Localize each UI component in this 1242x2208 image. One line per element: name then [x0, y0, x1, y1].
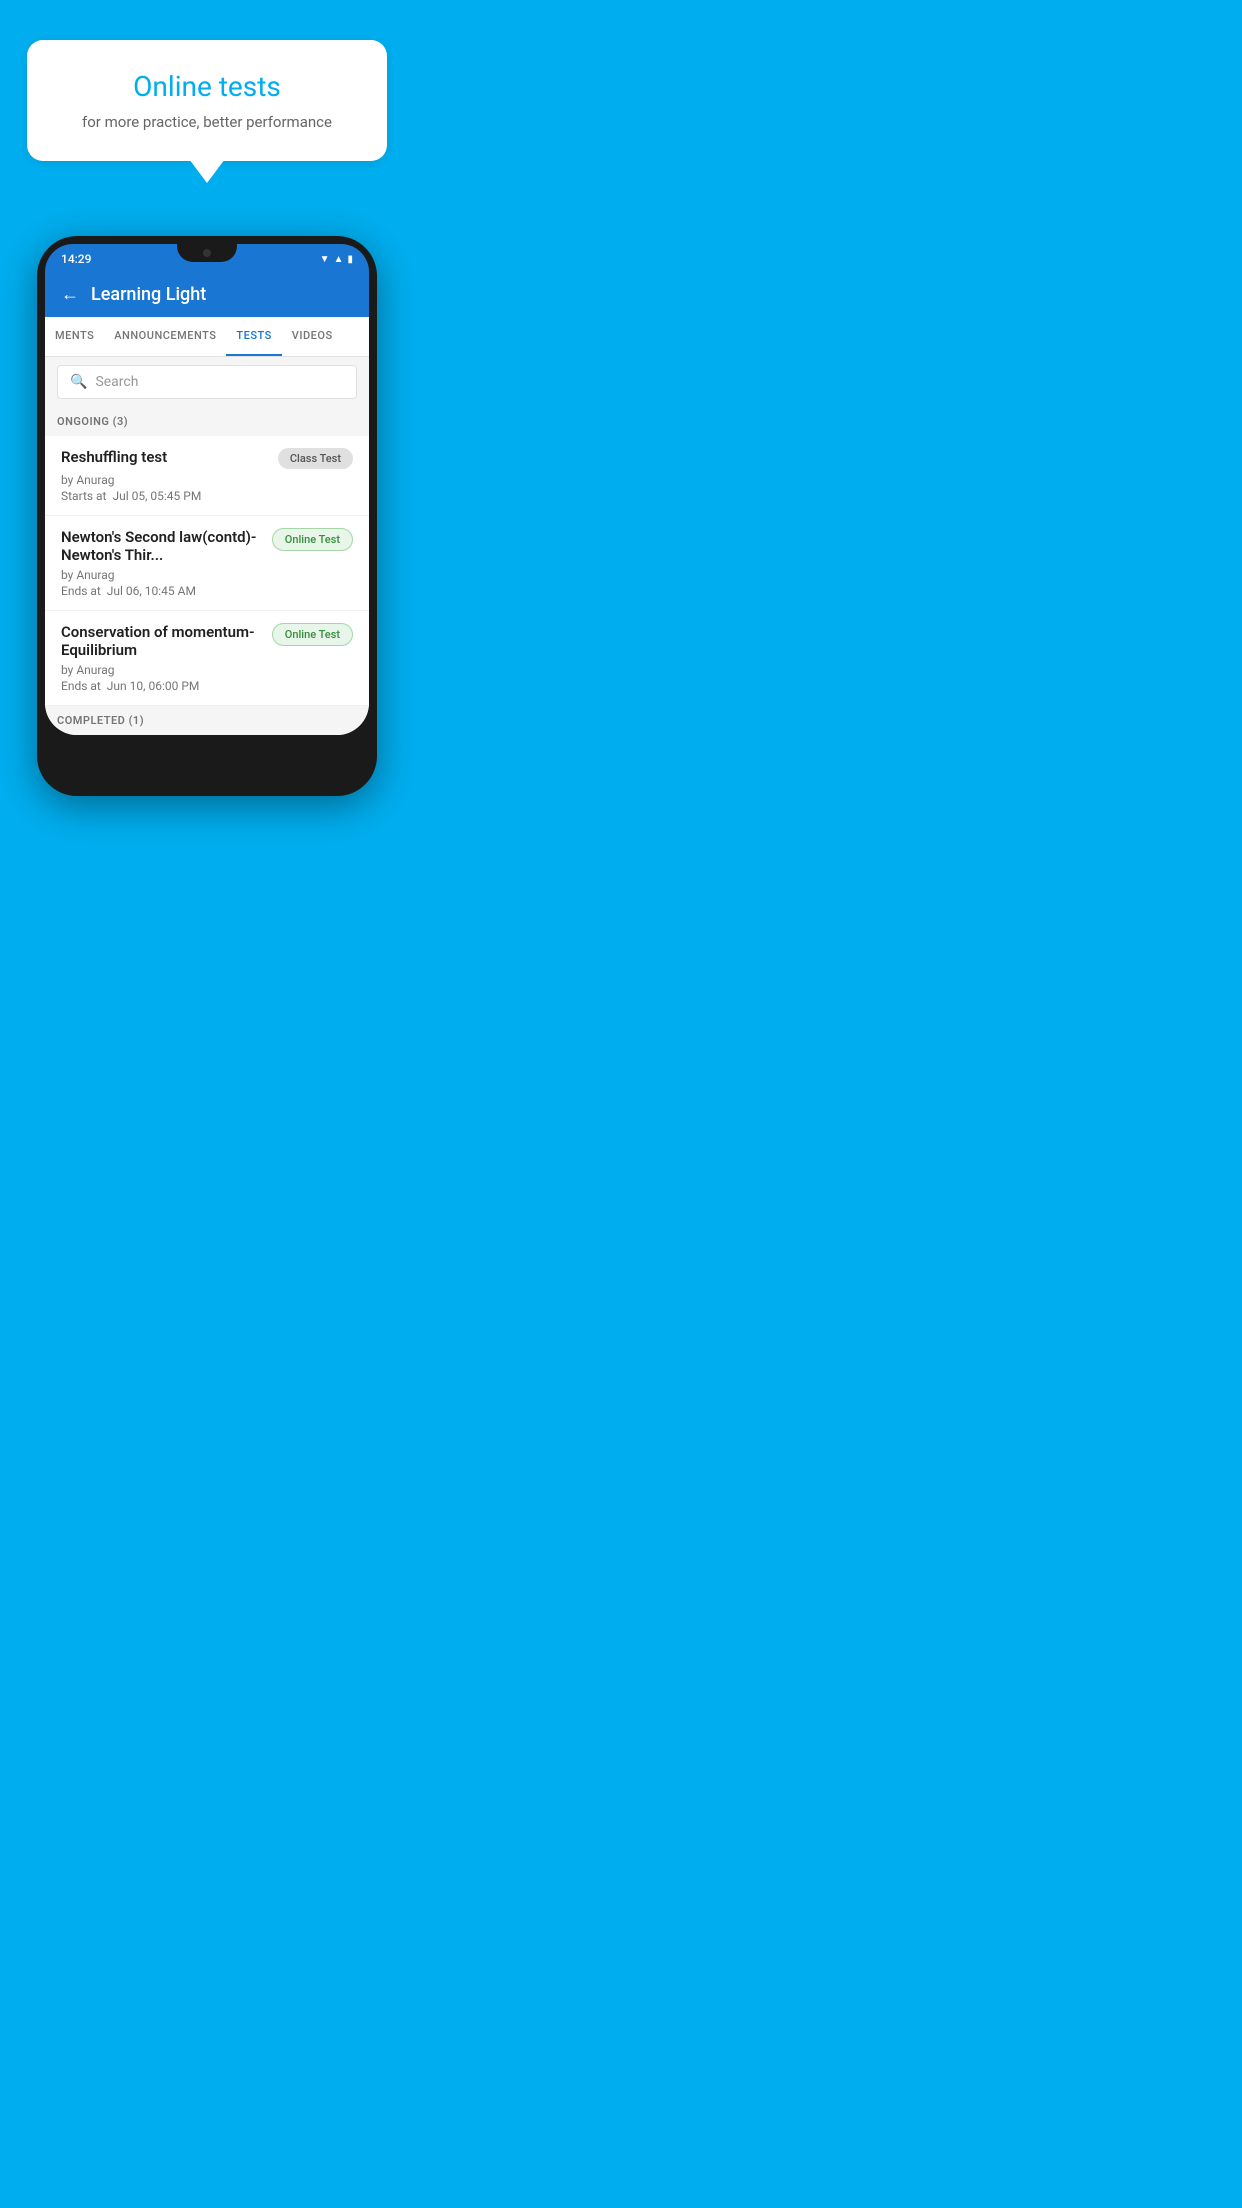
bubble-subtitle: for more practice, better performance	[67, 113, 347, 131]
back-button[interactable]: ←	[61, 284, 79, 305]
camera-dot	[203, 249, 211, 257]
test-name: Conservation of momentum-Equilibrium	[61, 623, 264, 659]
test-item[interactable]: Conservation of momentum-Equilibrium Onl…	[45, 611, 369, 706]
test-item-top: Reshuffling test Class Test	[61, 448, 353, 469]
ongoing-section-header: ONGOING (3)	[45, 407, 369, 436]
test-badge: Class Test	[278, 448, 353, 469]
speech-bubble: Online tests for more practice, better p…	[27, 40, 387, 161]
test-name: Reshuffling test	[61, 448, 270, 466]
wifi-icon: ▼	[320, 254, 330, 265]
tab-assignments[interactable]: MENTS	[45, 317, 104, 356]
test-item-top: Newton's Second law(contd)-Newton's Thir…	[61, 528, 353, 564]
bubble-title: Online tests	[67, 70, 347, 103]
test-date: Ends at Jul 06, 10:45 AM	[61, 584, 353, 598]
battery-icon: ▮	[347, 254, 353, 265]
test-badge: Online Test	[272, 528, 353, 551]
clock: 14:29	[61, 252, 91, 266]
test-name: Newton's Second law(contd)-Newton's Thir…	[61, 528, 264, 564]
test-item-top: Conservation of momentum-Equilibrium Onl…	[61, 623, 353, 659]
search-icon: 🔍	[70, 374, 87, 390]
app-title: Learning Light	[91, 284, 206, 305]
search-container: 🔍 Search	[45, 357, 369, 407]
phone-mockup: 14:29 ▼ ▲ ▮ ← Learning Light MENTS ANNOU…	[37, 236, 377, 796]
test-item[interactable]: Reshuffling test Class Test by Anurag St…	[45, 436, 369, 516]
status-bar: 14:29 ▼ ▲ ▮	[45, 244, 369, 272]
promo-area: Online tests for more practice, better p…	[0, 0, 414, 181]
signal-icon: ▲	[334, 254, 344, 265]
app-header: ← Learning Light	[45, 272, 369, 317]
phone-screen: ← Learning Light MENTS ANNOUNCEMENTS TES…	[45, 272, 369, 735]
test-date: Starts at Jul 05, 05:45 PM	[61, 489, 353, 503]
phone-notch	[177, 244, 237, 262]
test-author: by Anurag	[61, 663, 353, 677]
test-date: Ends at Jun 10, 06:00 PM	[61, 679, 353, 693]
completed-section-header: COMPLETED (1)	[45, 706, 369, 735]
search-box[interactable]: 🔍 Search	[57, 365, 357, 399]
test-author: by Anurag	[61, 568, 353, 582]
test-item[interactable]: Newton's Second law(contd)-Newton's Thir…	[45, 516, 369, 611]
tab-videos[interactable]: VIDEOS	[282, 317, 343, 356]
search-placeholder-text: Search	[95, 374, 138, 390]
test-author: by Anurag	[61, 473, 353, 487]
tab-announcements[interactable]: ANNOUNCEMENTS	[104, 317, 226, 356]
status-icons: ▼ ▲ ▮	[320, 254, 353, 265]
tab-tests[interactable]: TESTS	[226, 317, 281, 356]
test-badge: Online Test	[272, 623, 353, 646]
tabs-bar: MENTS ANNOUNCEMENTS TESTS VIDEOS	[45, 317, 369, 357]
